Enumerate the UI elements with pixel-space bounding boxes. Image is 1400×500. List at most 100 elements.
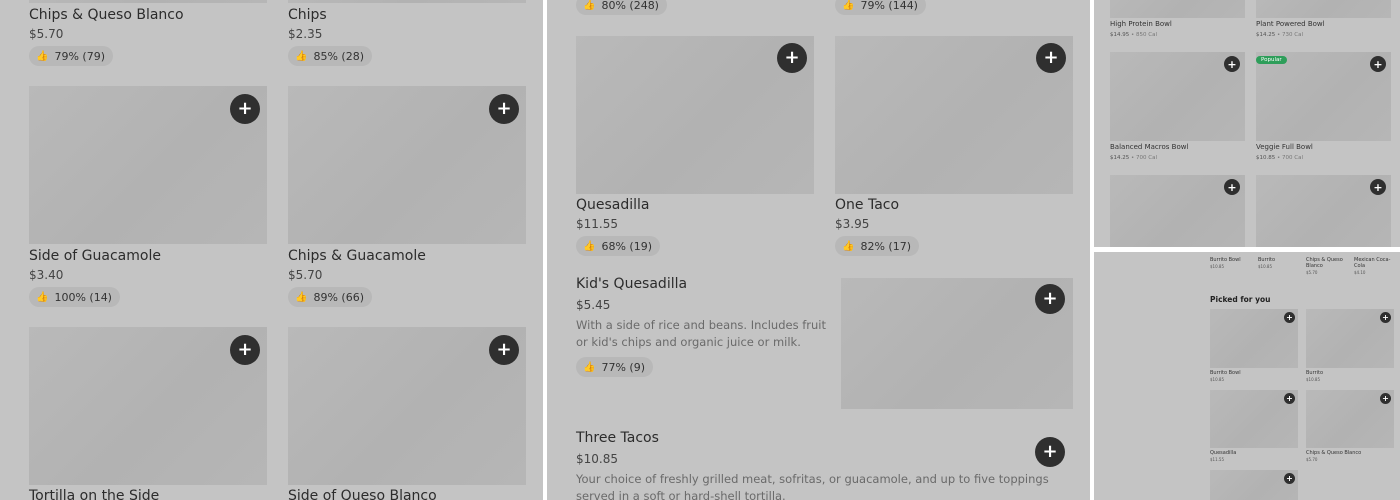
thumbs-up-icon: 👍 [295, 50, 308, 62]
item-name[interactable]: Mexican Coca-Cola [1354, 257, 1394, 269]
separator: • [1275, 32, 1282, 38]
item-price: $11.55 [1210, 457, 1224, 462]
add-item-button[interactable]: + [1284, 312, 1295, 323]
add-item-button[interactable]: + [230, 94, 260, 124]
plus-icon: + [1227, 180, 1237, 194]
rating-text: 80% (248) [601, 0, 659, 12]
rating-text: 82% (17) [860, 239, 911, 253]
plus-icon: + [1042, 288, 1058, 309]
plus-icon: + [496, 339, 512, 360]
rating-badge: 👍 80% (248) [576, 0, 667, 15]
add-item-button[interactable]: + [1284, 393, 1295, 404]
menu-panel-tacos: 👍 80% (248) 👍 79% (144) + + Quesadilla $11… [547, 0, 1090, 500]
add-item-button[interactable]: + [1370, 179, 1386, 195]
add-item-button[interactable]: + [777, 43, 807, 73]
item-price: $11.55 [576, 217, 618, 231]
item-name[interactable]: Side of Guacamole [29, 248, 161, 264]
calories-text: 850 Cal [1136, 32, 1157, 38]
rating-text: 100% (14) [54, 290, 112, 304]
separator: • [1129, 155, 1136, 161]
item-price: $3.40 [29, 268, 64, 282]
item-name[interactable]: Chips & Queso Blanco [1306, 257, 1346, 269]
add-item-button[interactable]: + [230, 335, 260, 365]
plus-icon: + [1227, 57, 1237, 71]
item-price: $5.70 [288, 268, 323, 282]
item-name[interactable]: Burrito Bowl [1210, 257, 1250, 263]
item-description: With a side of rice and beans. Includes … [576, 318, 826, 349]
thumbs-up-icon: 👍 [36, 50, 49, 62]
add-item-button[interactable]: + [1380, 393, 1391, 404]
add-item-button[interactable]: + [1284, 473, 1295, 484]
item-price: $10.85 [576, 452, 618, 466]
item-price: $5.70 [1306, 457, 1318, 462]
item-name[interactable]: Quesadilla [1210, 450, 1236, 456]
item-name[interactable]: Quesadilla [576, 197, 650, 213]
item-name[interactable]: Burrito [1258, 257, 1298, 263]
rating-badge: 👍 100% (14) [29, 287, 120, 307]
item-price: $5.70 [1306, 270, 1318, 275]
item-name[interactable]: Chips & Queso Blanco [1306, 450, 1361, 456]
add-item-button[interactable]: + [1035, 437, 1065, 467]
item-name[interactable]: High Protein Bowl [1110, 20, 1172, 28]
plus-icon: + [1043, 47, 1059, 68]
item-price: $14.25 • 700 Cal [1110, 155, 1157, 161]
item-image[interactable] [1110, 0, 1245, 18]
menu-panel-sides: Chips & Queso Blanco $5.70 👍 79% (79) Chi… [0, 0, 543, 500]
plus-icon: + [1286, 393, 1293, 403]
rating-text: 77% (9) [601, 360, 645, 374]
add-item-button[interactable]: + [1224, 56, 1240, 72]
add-item-button[interactable]: + [1380, 312, 1391, 323]
menu-panel-bowls: High Protein Bowl $14.95 • 850 Cal Plant… [1094, 0, 1400, 247]
item-image[interactable] [288, 0, 526, 3]
item-price: $4.10 [1354, 270, 1366, 275]
thumbs-up-icon: 👍 [842, 240, 855, 252]
rating-badge: 👍 77% (9) [576, 357, 653, 377]
item-name[interactable]: Chips [288, 7, 327, 23]
plus-icon: + [1382, 312, 1389, 322]
item-name[interactable]: Three Tacos [576, 430, 659, 446]
item-price: $10.85 [1210, 264, 1224, 269]
thumbs-up-icon: 👍 [583, 0, 596, 11]
item-name[interactable]: Plant Powered Bowl [1256, 20, 1325, 28]
item-name[interactable]: Veggie Full Bowl [1256, 143, 1313, 151]
add-item-button[interactable]: + [489, 94, 519, 124]
item-image[interactable] [1256, 0, 1391, 18]
item-name[interactable]: Side of Queso Blanco [288, 488, 437, 500]
add-item-button[interactable]: + [1036, 43, 1066, 73]
item-name[interactable]: Balanced Macros Bowl [1110, 143, 1188, 151]
item-price: $10.85 [1306, 377, 1320, 382]
rating-badge: 👍 85% (28) [288, 46, 372, 66]
plus-icon: + [1382, 393, 1389, 403]
item-image[interactable] [29, 0, 267, 3]
calories-text: 700 Cal [1136, 155, 1157, 161]
add-item-button[interactable]: + [1035, 284, 1065, 314]
add-item-button[interactable]: + [1370, 56, 1386, 72]
plus-icon: + [1286, 312, 1293, 322]
item-name[interactable]: Kid's Quesadilla [576, 276, 687, 292]
item-description: Your choice of freshly grilled meat, sof… [576, 472, 1049, 500]
item-price: $10.85 [1210, 377, 1224, 382]
plus-icon: + [1373, 180, 1383, 194]
add-item-button[interactable]: + [1224, 179, 1240, 195]
item-name[interactable]: Burrito Bowl [1210, 370, 1241, 376]
thumbs-up-icon: 👍 [295, 291, 308, 303]
item-name[interactable]: Chips & Guacamole [288, 248, 426, 264]
item-name[interactable]: Burrito [1306, 370, 1323, 376]
item-name[interactable]: Tortilla on the Side [29, 488, 159, 500]
plus-icon: + [237, 339, 253, 360]
add-item-button[interactable]: + [489, 335, 519, 365]
item-price: $10.85 • 700 Cal [1256, 155, 1303, 161]
thumbs-up-icon: 👍 [583, 240, 596, 252]
item-price: $3.95 [835, 217, 870, 231]
section-title: Picked for you [1210, 295, 1271, 304]
calories-text: 730 Cal [1282, 32, 1303, 38]
separator: • [1275, 155, 1282, 161]
calories-text: 700 Cal [1282, 155, 1303, 161]
rating-text: 79% (144) [860, 0, 918, 12]
item-name[interactable]: One Taco [835, 197, 899, 213]
price-text: $14.95 [1110, 32, 1130, 38]
separator: • [1129, 32, 1136, 38]
popular-badge: Popular [1256, 56, 1287, 64]
plus-icon: + [1373, 57, 1383, 71]
item-name[interactable]: Chips & Queso Blanco [29, 7, 184, 23]
